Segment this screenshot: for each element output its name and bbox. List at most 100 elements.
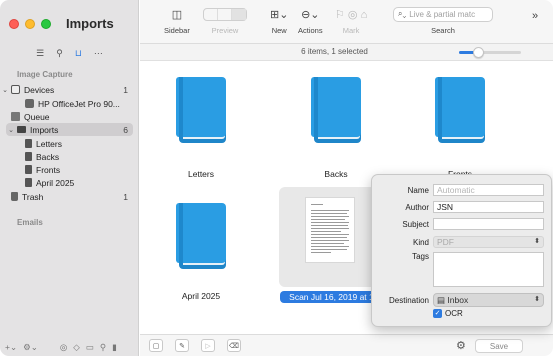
toolbar-label: Search	[431, 26, 455, 35]
save-button[interactable]: Save	[475, 339, 523, 353]
sidebar-item-trash[interactable]: Trash 1	[0, 190, 139, 203]
trash-icon	[11, 192, 18, 201]
notebook-icon	[176, 77, 226, 145]
actions-button[interactable]: ⊖⌄ Actions	[298, 6, 323, 36]
zoom-window-button[interactable]	[41, 19, 51, 29]
more-toolbar-button[interactable]: »	[532, 8, 538, 24]
sidebar-item-imports[interactable]: ⌄ Imports 6	[6, 123, 133, 136]
list-view-icon[interactable]: ☰	[36, 48, 44, 59]
sidebar-item-april-2025[interactable]: April 2025	[0, 176, 139, 189]
sidebar-item-label: Queue	[24, 111, 50, 122]
sidebar-icon: ◫	[171, 8, 183, 21]
mark-button[interactable]: ⚐ ◎ ⌂ Mark	[335, 6, 368, 36]
chevron-down-icon[interactable]: ⌄	[6, 126, 16, 134]
sidebar: Imports ☰ ⚲ ⊔ ⋯ Image Capture ⌄ Devices …	[0, 0, 139, 356]
document-icon	[25, 178, 32, 187]
name-field[interactable]: Automatic	[433, 184, 544, 196]
chevrons-right-icon: »	[532, 10, 539, 22]
sidebar-item-label: Devices	[24, 84, 55, 95]
play-icon[interactable]: ▷	[201, 339, 215, 352]
sidebar-item-label: April 2025	[36, 177, 75, 188]
search-placeholder: Live & partial matc	[409, 9, 476, 19]
circle-icon[interactable]: ◎	[60, 342, 67, 353]
toolbar-label: Mark	[342, 26, 360, 35]
status-bar: 6 items, 1 selected	[140, 44, 553, 61]
actions-icon: ⊖⌄	[301, 8, 320, 21]
pencil-icon[interactable]: ✎	[175, 339, 189, 352]
minimize-window-button[interactable]	[25, 19, 35, 29]
sidebar-item-label: Imports	[30, 124, 59, 135]
document-thumbnail	[305, 197, 355, 263]
sidebar-item-fronts[interactable]: Fronts	[0, 163, 139, 176]
mark-icons: ⚐ ◎ ⌂	[335, 8, 368, 21]
gear-icon[interactable]: ⚙	[456, 339, 466, 352]
window-controls	[9, 19, 51, 29]
copy-icon[interactable]: ▢	[149, 339, 163, 352]
printer-icon	[25, 99, 34, 108]
ocr-label: OCR	[445, 309, 463, 318]
updown-chevron-icon: ⬍	[534, 238, 540, 245]
kind-value: PDF	[437, 237, 454, 247]
sidebar-item-label: Fronts	[36, 164, 61, 175]
author-field[interactable]: JSN	[433, 201, 544, 213]
section-emails: Emails	[17, 218, 43, 227]
devices-view-icon[interactable]: ⊔	[75, 48, 82, 59]
notebook-icon	[311, 77, 361, 145]
search-input[interactable]: ⌕⌄ Live & partial matc	[393, 6, 493, 22]
sidebar-item-label: Trash	[22, 191, 44, 202]
sidebar-view-switcher: ☰ ⚲ ⊔ ⋯	[0, 46, 139, 60]
grid-item-label: Letters	[188, 169, 214, 179]
item-count: 1	[123, 191, 128, 202]
updown-chevron-icon: ⬍	[534, 296, 540, 303]
zoom-slider-knob[interactable]	[472, 47, 484, 58]
tag-icon[interactable]: ◇	[73, 342, 80, 353]
sidebar-toggle-button[interactable]: ◫ Sidebar	[164, 6, 190, 36]
sidebar-item-label: Letters	[36, 138, 62, 149]
subject-field[interactable]	[433, 218, 544, 230]
author-label: Author	[405, 203, 429, 212]
chevron-down-icon[interactable]: ⌄	[0, 86, 10, 94]
sidebar-item-queue[interactable]: Queue	[0, 110, 139, 123]
app-window: Imports ☰ ⚲ ⊔ ⋯ Image Capture ⌄ Devices …	[0, 0, 553, 356]
inbox-icon: ▤	[437, 295, 448, 305]
ocr-checkbox[interactable]: ✓ OCR	[433, 309, 463, 318]
document-icon	[25, 165, 32, 174]
destination-label: Destination	[388, 296, 429, 305]
tags-view-icon[interactable]: ⚲	[56, 48, 63, 59]
search-group: ⌕⌄ Live & partial matc Search	[393, 6, 493, 35]
sidebar-bottom-toolbar: +⌄ ⚙⌄ ◎ ◇ ▭ ⚲ ▮	[0, 338, 139, 356]
sidebar-item-letters[interactable]: Letters	[0, 137, 139, 150]
trash-icon[interactable]: ⌫	[227, 339, 241, 352]
item-count: 1	[123, 84, 128, 95]
preview-button[interactable]: Preview	[203, 6, 247, 35]
new-button[interactable]: ⊞⌄ New	[270, 6, 288, 36]
gear-icon[interactable]: ⚙⌄	[23, 342, 38, 353]
image-icon[interactable]: ▭	[86, 342, 94, 353]
subject-label: Subject	[402, 220, 429, 229]
save-options-popover: Name Automatic Author JSN Subject Kind P…	[371, 174, 552, 327]
zoom-slider[interactable]	[459, 47, 521, 58]
sidebar-item-devices[interactable]: ⌄ Devices 1	[0, 83, 139, 96]
devices-icon	[11, 85, 20, 94]
item-count: 6	[123, 124, 128, 135]
toolbar-label: Sidebar	[164, 26, 190, 35]
sidebar-item-label: HP OfficeJet Pro 90...	[38, 98, 120, 109]
kind-select[interactable]: PDF ⬍	[433, 236, 544, 248]
toolbar: ◫ Sidebar Preview ⊞⌄ New ⊖⌄ Actions ⚐ ◎ …	[140, 0, 553, 44]
folder-icon	[17, 126, 26, 133]
sidebar-item-backs[interactable]: Backs	[0, 150, 139, 163]
sidebar-item-printer[interactable]: HP OfficeJet Pro 90...	[0, 97, 139, 110]
more-view-icon[interactable]: ⋯	[94, 48, 103, 59]
tags-field[interactable]	[433, 252, 544, 287]
notebook-icon	[435, 77, 485, 145]
section-image-capture: Image Capture	[17, 70, 73, 79]
add-icon[interactable]: +⌄	[5, 342, 17, 353]
close-window-button[interactable]	[9, 19, 19, 29]
info-icon[interactable]: ▮	[112, 342, 117, 353]
sidebar-item-label: Backs	[36, 151, 60, 162]
destination-select[interactable]: ▤ Inbox ⬍	[433, 293, 544, 307]
toolbar-label: New	[271, 26, 287, 35]
pin-icon[interactable]: ⚲	[100, 342, 106, 353]
document-icon	[25, 139, 32, 148]
grid-item-label: April 2025	[181, 291, 221, 301]
